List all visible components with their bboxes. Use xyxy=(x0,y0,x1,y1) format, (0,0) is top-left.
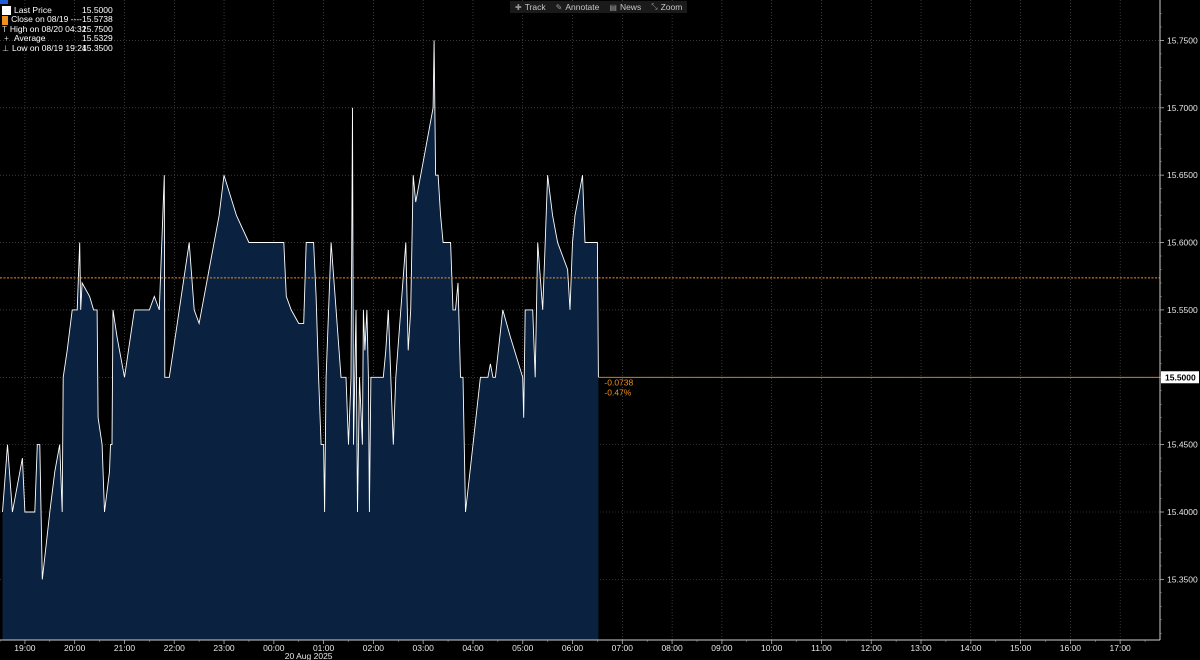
zoom-icon: ⤡ xyxy=(651,2,658,11)
y-tick-label: 15.4500 xyxy=(1167,440,1198,450)
x-tick-label: 08:00 xyxy=(661,643,683,653)
pencil-icon: ✎ xyxy=(555,2,563,12)
x-tick-label: 22:00 xyxy=(164,643,186,653)
track-button[interactable]: ✚ Track xyxy=(510,1,551,13)
average-marker-icon: + xyxy=(4,34,9,44)
x-tick-label: 05:00 xyxy=(512,643,534,653)
legend-value: 15.3500 xyxy=(82,42,113,53)
legend-row-low: ⊥ Low on 08/19 19:24 15.3500 xyxy=(2,42,113,53)
x-tick-label: 03:00 xyxy=(413,643,435,653)
x-tick-label: 02:00 xyxy=(363,643,385,653)
x-tick-label: 00:00 xyxy=(263,643,285,653)
x-tick-label: 19:00 xyxy=(14,643,36,653)
news-button[interactable]: ▤ News xyxy=(604,1,646,13)
zoom-label: Zoom xyxy=(660,2,683,12)
x-date-label: 20 Aug 2025 xyxy=(285,651,333,660)
legend-swatch-last-price xyxy=(2,6,11,16)
x-tick-label: 23:00 xyxy=(213,643,235,653)
price-area xyxy=(2,40,599,640)
news-label: News xyxy=(619,2,642,12)
y-tick-label: 15.6500 xyxy=(1167,170,1198,180)
low-marker-icon: ⊥ xyxy=(2,43,9,53)
x-tick-label: 06:00 xyxy=(562,643,584,653)
x-tick-label: 15:00 xyxy=(1010,643,1032,653)
x-tick-label: 09:00 xyxy=(711,643,733,653)
price-area-fill xyxy=(2,40,599,640)
x-tick-label: 04:00 xyxy=(462,643,484,653)
high-marker-icon: T xyxy=(2,25,7,35)
change-percent: -0.47% xyxy=(604,387,631,397)
legend-swatch-close xyxy=(2,15,9,25)
x-tick-label: 14:00 xyxy=(960,643,982,653)
price-chart[interactable]: 19:00 20:00 21:00 22:00 23:00 00:00 01:00 02:00… xyxy=(0,0,1200,660)
x-tick-label: 07:00 xyxy=(612,643,634,653)
legend: Last Price 15.5000 Close on 08/19 ---- 1… xyxy=(2,5,113,53)
last-price-label: 15.5000 xyxy=(1165,372,1196,382)
y-tick-label: 15.6000 xyxy=(1167,238,1198,248)
news-icon: ▤ xyxy=(609,2,617,12)
x-tick-label: 21:00 xyxy=(114,643,136,653)
x-tick-label: 10:00 xyxy=(761,643,783,653)
x-tick-label: 11:00 xyxy=(811,643,832,653)
y-tick-label: 15.3500 xyxy=(1167,574,1198,584)
x-tick-label: 13:00 xyxy=(910,643,932,653)
crosshair-icon: ✚ xyxy=(515,2,522,12)
legend-label: Low on 08/19 19:24 xyxy=(11,42,87,53)
x-tick-label: 20:00 xyxy=(64,643,86,653)
annotate-label: Annotate xyxy=(565,2,600,12)
annotate-button[interactable]: ✎ Annotate xyxy=(551,1,605,13)
x-tick-label: 16:00 xyxy=(1060,643,1082,653)
y-tick-label: 15.4000 xyxy=(1167,507,1198,517)
x-tick-label: 17:00 xyxy=(1110,643,1132,653)
x-tick-label: 12:00 xyxy=(861,643,883,653)
chart-toolbar: ✚ Track ✎ Annotate ▤ News ⤡ Zoom xyxy=(510,1,688,13)
y-tick-label: 15.5500 xyxy=(1167,305,1198,315)
y-tick-label: 15.7500 xyxy=(1167,35,1198,45)
zoom-button[interactable]: ⤡ Zoom xyxy=(646,1,687,13)
y-tick-label: 15.7000 xyxy=(1167,103,1198,113)
change-value: -0.0738 xyxy=(604,377,633,387)
track-label: Track xyxy=(524,2,546,12)
